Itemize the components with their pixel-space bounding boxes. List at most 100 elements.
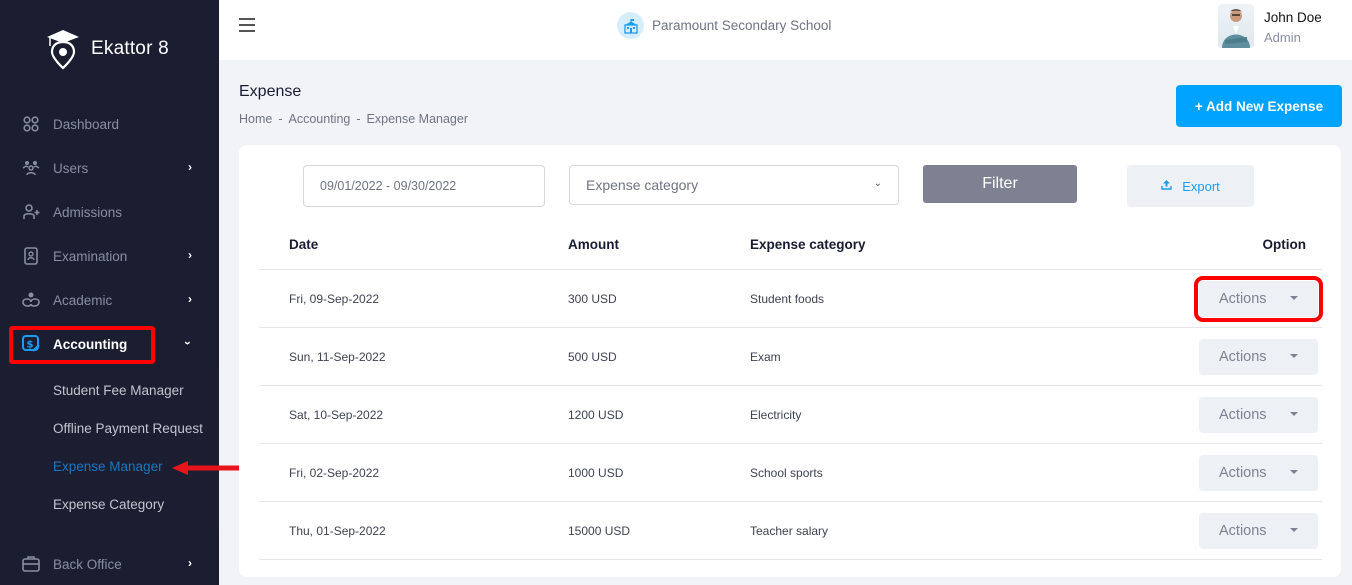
filter-button[interactable]: Filter <box>923 165 1077 203</box>
cell-date: Thu, 01-Sep-2022 <box>289 524 386 538</box>
annotation-highlight-box <box>9 326 155 364</box>
topbar: Paramount Secondary School John Doe Admi… <box>219 0 1352 60</box>
actions-label: Actions <box>1219 523 1267 539</box>
school-indicator: Paramount Secondary School <box>617 12 831 39</box>
cell-amount: 500 USD <box>568 350 617 364</box>
table-header: Date Amount Expense category Option <box>259 225 1322 270</box>
admissions-icon <box>22 203 40 221</box>
cell-category: Teacher salary <box>750 524 829 538</box>
actions-dropdown-button[interactable]: Actions <box>1199 397 1318 433</box>
breadcrumb-separator: - <box>278 112 283 126</box>
caret-down-icon <box>1290 296 1298 300</box>
accounting-submenu: Student Fee Manager Offline Payment Requ… <box>0 368 219 530</box>
sidebar-item-admissions[interactable]: Admissions <box>22 198 202 226</box>
breadcrumb-accounting[interactable]: Accounting <box>289 112 351 126</box>
user-name: John Doe <box>1264 9 1322 25</box>
table-row: Fri, 09-Sep-2022 300 USD Student foods A… <box>259 270 1323 328</box>
cell-amount: 15000 USD <box>568 524 631 538</box>
caret-down-icon <box>1290 528 1298 532</box>
users-icon <box>22 159 40 177</box>
chevron-right-icon: › <box>188 292 192 306</box>
user-role: Admin <box>1264 29 1301 45</box>
sidebar-item-label: Academic <box>53 292 113 308</box>
brand-name: Ekattor 8 <box>91 38 169 59</box>
cell-date: Sun, 11-Sep-2022 <box>289 350 386 364</box>
table-row: Fri, 02-Sep-2022 1000 USD School sports … <box>259 444 1322 502</box>
cell-amount: 1200 USD <box>568 408 624 422</box>
chevron-right-icon: › <box>188 248 192 262</box>
cell-amount: 1000 USD <box>568 466 624 480</box>
column-header-date[interactable]: Date <box>289 237 318 252</box>
sidebar-item-users[interactable]: Users › <box>22 154 202 182</box>
page-title: Expense <box>239 83 302 100</box>
cell-category: Student foods <box>750 292 825 306</box>
actions-dropdown-button[interactable]: Actions <box>1199 455 1318 491</box>
cell-category: Electricity <box>750 408 802 422</box>
cell-date: Fri, 09-Sep-2022 <box>289 292 380 306</box>
caret-down-icon <box>1290 354 1298 358</box>
cell-amount: 300 USD <box>568 292 617 306</box>
export-label: Export <box>1182 178 1220 194</box>
submenu-offline-payment-request[interactable]: Offline Payment Request <box>53 421 203 436</box>
actions-label: Actions <box>1219 407 1267 423</box>
expense-category-select[interactable]: Expense category ⌄ <box>569 165 899 205</box>
export-button[interactable]: Export <box>1127 165 1254 207</box>
actions-dropdown-button[interactable]: Actions <box>1194 276 1323 322</box>
graduation-pin-icon <box>47 30 79 70</box>
sidebar-item-dashboard[interactable]: Dashboard <box>22 110 202 138</box>
chevron-down-icon: ⌄ <box>873 178 882 189</box>
breadcrumb: Home - Accounting - Expense Manager <box>239 112 468 126</box>
actions-dropdown-button[interactable]: Actions <box>1199 513 1318 549</box>
cell-category: School sports <box>750 466 823 480</box>
expense-table: Date Amount Expense category Option Fri,… <box>259 225 1323 560</box>
column-header-amount[interactable]: Amount <box>568 237 619 252</box>
actions-dropdown-button[interactable]: Actions <box>1199 339 1318 375</box>
brand-logo[interactable]: Ekattor 8 <box>44 28 169 70</box>
expense-category-placeholder: Expense category <box>586 177 699 193</box>
cell-category: Exam <box>750 350 781 364</box>
dashboard-icon <box>22 115 40 133</box>
table-row: Thu, 01-Sep-2022 15000 USD Teacher salar… <box>259 502 1322 560</box>
sidebar-item-label: Examination <box>53 248 128 264</box>
menu-toggle-icon[interactable] <box>239 18 255 32</box>
add-new-expense-button[interactable]: + Add New Expense <box>1176 85 1342 127</box>
sidebar-item-academic[interactable]: Academic › <box>22 286 202 314</box>
sidebar: Ekattor 8 Dashboard Users › Admissions E… <box>0 0 219 585</box>
submenu-student-fee-manager[interactable]: Student Fee Manager <box>53 383 184 398</box>
breadcrumb-home[interactable]: Home <box>239 112 272 126</box>
chevron-right-icon: › <box>188 160 192 174</box>
actions-label: Actions <box>1219 349 1267 365</box>
sidebar-item-examination[interactable]: Examination › <box>22 242 202 270</box>
sidebar-item-back-office[interactable]: Back Office › <box>22 550 202 578</box>
sidebar-item-label: Users <box>53 160 89 176</box>
column-header-category[interactable]: Expense category <box>750 237 866 252</box>
school-name: Paramount Secondary School <box>652 18 832 33</box>
caret-down-icon <box>1290 412 1298 416</box>
date-range-input[interactable] <box>303 165 545 207</box>
table-row: Sat, 10-Sep-2022 1200 USD Electricity Ac… <box>259 386 1322 444</box>
submenu-expense-manager[interactable]: Expense Manager <box>53 459 163 474</box>
chevron-right-icon: › <box>188 556 192 570</box>
examination-icon <box>22 247 40 265</box>
user-menu[interactable]: John Doe Admin <box>1218 4 1322 48</box>
actions-label: Actions <box>1219 291 1267 307</box>
expense-card: Expense category ⌄ Filter Export Date Am… <box>239 145 1341 577</box>
breadcrumb-expense-manager: Expense Manager <box>366 112 468 126</box>
cell-date: Sat, 10-Sep-2022 <box>289 408 384 422</box>
school-building-icon <box>617 12 644 39</box>
sidebar-item-label: Back Office <box>53 556 122 572</box>
sidebar-item-label: Dashboard <box>53 116 120 132</box>
back-office-icon <box>22 555 40 573</box>
chevron-down-icon: › <box>181 341 195 345</box>
avatar <box>1218 4 1254 48</box>
breadcrumb-separator: - <box>356 112 361 126</box>
submenu-expense-category[interactable]: Expense Category <box>53 497 164 512</box>
caret-down-icon <box>1290 470 1298 474</box>
annotation-arrow-icon <box>172 461 246 475</box>
table-row: Sun, 11-Sep-2022 500 USD Exam Actions <box>259 328 1322 386</box>
column-header-option: Option <box>1262 237 1307 252</box>
academic-icon <box>22 291 40 309</box>
cell-date: Fri, 02-Sep-2022 <box>289 466 380 480</box>
sidebar-item-label: Admissions <box>53 204 123 220</box>
actions-label: Actions <box>1219 465 1267 481</box>
